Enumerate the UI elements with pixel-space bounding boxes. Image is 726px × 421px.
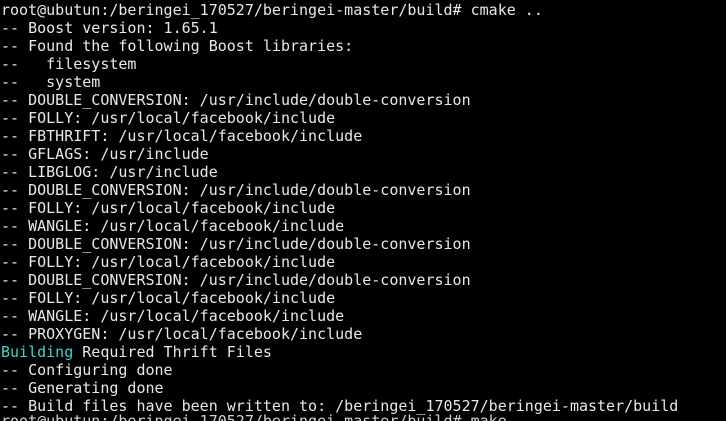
output-line: -- DOUBLE_CONVERSION: /usr/include/doubl… [1,91,471,109]
building-line: Building Required Thrift Files [1,343,725,361]
terminal-window[interactable]: root@ubutun:/beringei_170527/beringei-ma… [0,0,726,421]
output-line: -- filesystem [1,55,137,73]
output-line: -- DOUBLE_CONVERSION: /usr/include/doubl… [1,181,471,199]
output-line: -- GFLAGS: /usr/include [1,145,209,163]
building-keyword: Building [1,343,74,361]
prompt-line: root@ubutun:/beringei_170527/beringei-ma… [1,1,543,19]
output-line: -- FOLLY: /usr/local/facebook/include [1,289,336,307]
output-line: -- FOLLY: /usr/local/facebook/include [1,199,336,217]
output-line: -- WANGLE: /usr/local/facebook/include [1,217,345,235]
output-line: -- Found the following Boost libraries: [1,37,354,55]
output-line: -- system [1,73,101,91]
output-line: -- Configuring done [1,361,173,379]
output-line: -- PROXYGEN: /usr/local/facebook/include [1,325,363,343]
building-text: Required Thrift Files [73,343,272,361]
output-line: -- FOLLY: /usr/local/facebook/include [1,253,336,271]
output-line: -- DOUBLE_CONVERSION: /usr/include/doubl… [1,235,471,253]
output-line: -- LIBGLOG: /usr/include [1,163,218,181]
output-line: -- FBTHRIFT: /usr/local/facebook/include [1,127,363,145]
output-line: -- WANGLE: /usr/local/facebook/include [1,307,345,325]
output-line: -- DOUBLE_CONVERSION: /usr/include/doubl… [1,271,471,289]
partial-prompt-line: root@ubutun:/beringei_170527/beringei-ma… [1,412,507,421]
output-line: -- Generating done [1,379,164,397]
terminal-output: root@ubutun:/beringei_170527/beringei-ma… [1,1,725,415]
output-line: -- FOLLY: /usr/local/facebook/include [1,109,336,127]
output-line: -- Boost version: 1.65.1 [1,19,218,37]
